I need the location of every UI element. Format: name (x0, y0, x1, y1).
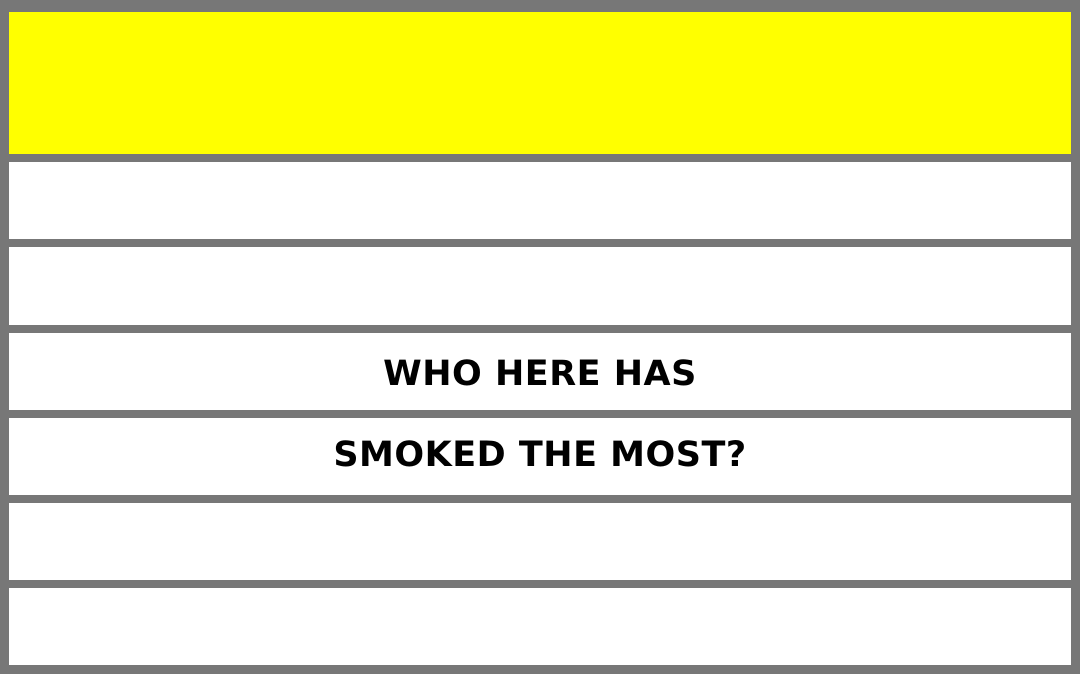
question-line-2: SMOKED THE MOST? (333, 434, 747, 475)
card-row-3: WHO HERE HAS (9, 333, 1071, 410)
card-row-1 (9, 162, 1071, 239)
card-row-5 (9, 503, 1071, 580)
question-line-1: WHO HERE HAS (383, 353, 697, 394)
card-row-2 (9, 247, 1071, 325)
card-row-6 (9, 588, 1071, 665)
card-row-4: SMOKED THE MOST? (9, 418, 1071, 495)
header-band (9, 12, 1071, 154)
prompt-card: WHO HERE HAS SMOKED THE MOST? (0, 0, 1080, 674)
